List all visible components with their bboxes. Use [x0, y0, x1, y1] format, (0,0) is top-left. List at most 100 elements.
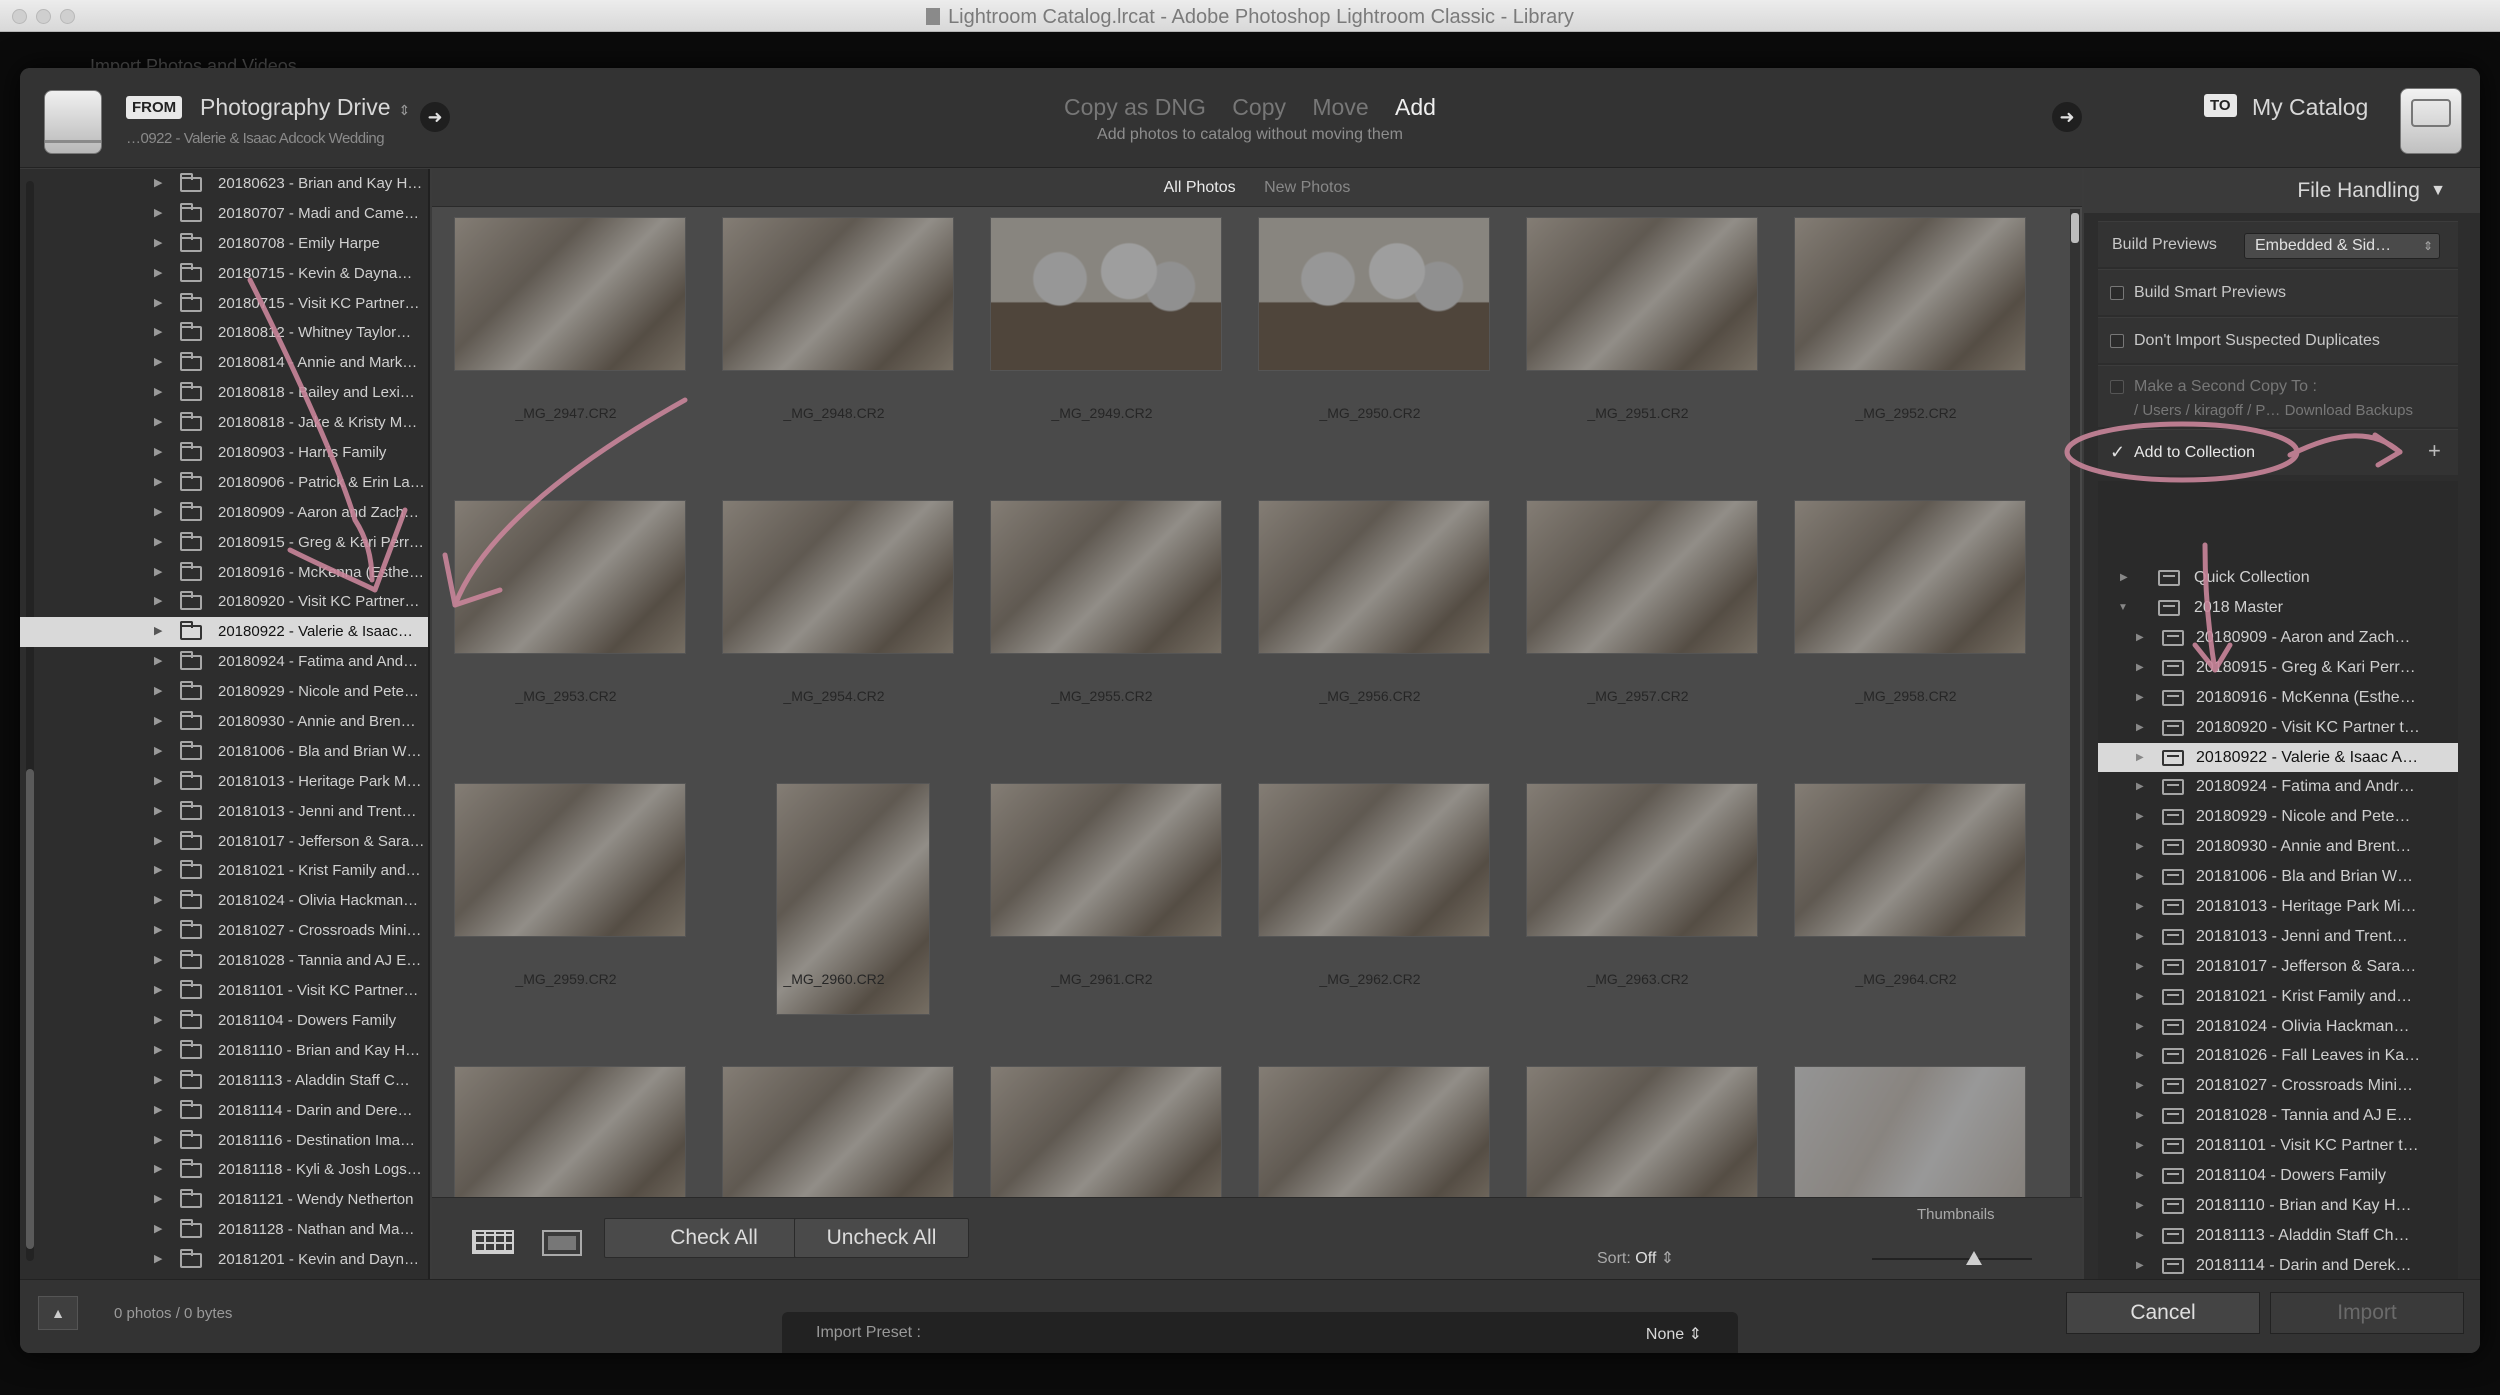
mode-add[interactable]: Add — [1395, 94, 1436, 120]
expand-triangle-icon[interactable]: ▶ — [154, 558, 162, 588]
plus-icon[interactable]: + — [2428, 438, 2441, 464]
photo-thumbnail[interactable] — [722, 1066, 954, 1197]
build-previews-dropdown[interactable]: Embedded & Sid… ⇕ — [2244, 233, 2440, 259]
collection-row[interactable]: ▶ 20181013 - Jenni and Trent… — [2098, 922, 2458, 952]
expand-triangle-icon[interactable]: ▶ — [154, 886, 162, 916]
folder-row[interactable]: ▶ 20181116 - Destination Ima… — [50, 1126, 428, 1156]
folder-row[interactable]: ▶ 20180818 - Jake & Kristy M… — [50, 408, 428, 438]
expand-triangle-icon[interactable]: ▶ — [2136, 653, 2144, 683]
destination-arrow-icon[interactable]: ➜ — [2052, 102, 2082, 132]
expand-triangle-icon[interactable]: ▶ — [154, 976, 162, 1006]
photo-thumbnail[interactable] — [1258, 500, 1490, 654]
folder-row[interactable]: ▶ 20181028 - Tannia and AJ E… — [50, 946, 428, 976]
expand-triangle-icon[interactable]: ▶ — [154, 737, 162, 767]
photo-thumbnail[interactable] — [1258, 217, 1490, 371]
expand-triangle-icon[interactable]: ▶ — [154, 1126, 162, 1156]
expand-triangle-icon[interactable]: ▶ — [2136, 1012, 2144, 1042]
photo-cell[interactable]: _MG_2956.CR2 — [1236, 490, 1504, 773]
folder-row[interactable]: ▶ 20180715 - Visit KC Partner… — [50, 289, 428, 319]
folder-row[interactable]: ▶ 20181110 - Brian and Kay H… — [50, 1036, 428, 1066]
expand-triangle-icon[interactable]: ▶ — [2136, 623, 2144, 653]
folder-row[interactable]: ▶ 20180818 - Bailey and Lexi… — [50, 378, 428, 408]
photo-cell[interactable]: _MG_2964.CR2 — [1772, 773, 2040, 1056]
folder-row[interactable]: ▶ 20181118 - Kyli & Josh Logs… — [50, 1155, 428, 1185]
import-button[interactable]: Import — [2270, 1292, 2464, 1334]
expand-triangle-icon[interactable]: ▶ — [2136, 802, 2144, 832]
photo-cell[interactable]: _MG_2954.CR2 — [700, 490, 968, 773]
collection-row[interactable]: ▶ 20181113 - Aladdin Staff Ch… — [2098, 1221, 2458, 1251]
photo-thumbnail[interactable] — [1258, 1066, 1490, 1197]
grid-view-icon[interactable] — [472, 1230, 514, 1254]
collection-row[interactable]: ▶ 20181024 - Olivia Hackman… — [2098, 1012, 2458, 1042]
collection-row[interactable]: ▶ 20180929 - Nicole and Pete… — [2098, 802, 2458, 832]
expand-triangle-icon[interactable]: ▶ — [2136, 713, 2144, 743]
expand-triangle-icon[interactable]: ▶ — [2136, 922, 2144, 952]
collection-row[interactable]: ▶ 20180930 - Annie and Brent… — [2098, 832, 2458, 862]
folder-row[interactable]: ▶ 20180812 - Whitney Taylor… — [50, 318, 428, 348]
expand-triangle-icon[interactable]: ▶ — [154, 946, 162, 976]
photo-thumbnail[interactable] — [1794, 500, 2026, 654]
folder-row[interactable]: ▶ 20181113 - Aladdin Staff C… — [50, 1066, 428, 1096]
loupe-view-icon[interactable] — [542, 1230, 582, 1256]
collection-row[interactable]: ▶ 20180920 - Visit KC Partner t… — [2098, 713, 2458, 743]
expand-triangle-icon[interactable]: ▶ — [154, 259, 162, 289]
dont-import-duplicates-checkbox[interactable] — [2110, 334, 2124, 348]
collection-row[interactable]: ▶ 20181110 - Brian and Kay H… — [2098, 1191, 2458, 1221]
expand-triangle-icon[interactable]: ▶ — [2136, 1251, 2144, 1279]
folder-row[interactable]: ▶ 20181027 - Crossroads Mini… — [50, 916, 428, 946]
collection-row[interactable]: ▶ 20181021 - Krist Family and… — [2098, 982, 2458, 1012]
cancel-button[interactable]: Cancel — [2066, 1292, 2260, 1334]
expand-triangle-icon[interactable]: ▶ — [154, 229, 162, 259]
expand-triangle-icon[interactable]: ▶ — [154, 408, 162, 438]
folder-row[interactable]: ▶ 20180920 - Visit KC Partner… — [50, 587, 428, 617]
folder-row[interactable]: ▶ 20180903 - Harris Family — [50, 438, 428, 468]
photo-thumbnail[interactable] — [990, 783, 1222, 937]
expand-triangle-icon[interactable]: ▶ — [2136, 743, 2144, 773]
collection-row[interactable]: ▶ 20181013 - Heritage Park Mi… — [2098, 892, 2458, 922]
photo-cell[interactable]: _MG_2960.CR2 — [700, 773, 968, 1056]
photo-thumbnail[interactable] — [1258, 783, 1490, 937]
photo-cell[interactable]: _MG_2958.CR2 — [1772, 490, 2040, 773]
photo-thumbnail[interactable] — [1526, 1066, 1758, 1197]
filter-all-photos[interactable]: All Photos — [1164, 179, 1236, 196]
expand-triangle-icon[interactable]: ▶ — [154, 1096, 162, 1126]
photo-cell[interactable] — [1772, 1056, 2040, 1197]
folder-row[interactable]: ▶ 20180708 - Emily Harpe — [50, 229, 428, 259]
expand-triangle-icon[interactable]: ▶ — [154, 498, 162, 528]
expand-triangle-icon[interactable]: ▶ — [2136, 683, 2144, 713]
folder-row[interactable]: ▶ 20181006 - Bla and Brian W… — [50, 737, 428, 767]
photo-thumbnail[interactable] — [990, 500, 1222, 654]
folder-row[interactable]: ▶ 20180623 - Brian and Kay H… — [50, 169, 428, 199]
photo-cell[interactable]: _MG_2957.CR2 — [1504, 490, 1772, 773]
folder-row[interactable]: ▶ 20180814 - Annie and Mark… — [50, 348, 428, 378]
file-handling-header[interactable]: File Handling ▼ — [2084, 169, 2480, 213]
folder-row[interactable]: ▶ 20180909 - Aaron and Zach… — [50, 498, 428, 528]
photo-cell[interactable]: _MG_2950.CR2 — [1236, 207, 1504, 490]
expand-triangle-icon[interactable]: ▶ — [154, 827, 162, 857]
folder-row[interactable]: ▶ 20181017 - Jefferson & Sara… — [50, 827, 428, 857]
expand-triangle-icon[interactable]: ▶ — [154, 169, 162, 199]
folder-row[interactable]: ▶ 20180929 - Nicole and Pete… — [50, 677, 428, 707]
expand-triangle-icon[interactable]: ▶ — [2136, 952, 2144, 982]
folder-row[interactable]: ▶ 20181021 - Krist Family and… — [50, 856, 428, 886]
expand-triangle-icon[interactable]: ▶ — [154, 438, 162, 468]
expand-triangle-icon[interactable]: ▶ — [154, 916, 162, 946]
expand-panel-button[interactable]: ▲ — [38, 1296, 78, 1330]
expand-triangle-icon[interactable]: ▶ — [2136, 772, 2144, 802]
collection-row[interactable]: ▶ 20181027 - Crossroads Mini… — [2098, 1071, 2458, 1101]
grid-scrollbar-thumb[interactable] — [2071, 213, 2079, 243]
expand-triangle-icon[interactable]: ▶ — [154, 289, 162, 319]
photo-cell[interactable]: _MG_2962.CR2 — [1236, 773, 1504, 1056]
folder-row[interactable]: ▶ 20181114 - Darin and Dere… — [50, 1096, 428, 1126]
thumbnail-size-slider[interactable] — [1872, 1258, 2032, 1260]
folder-row[interactable]: ▶ 20180906 - Patrick & Erin La… — [50, 468, 428, 498]
photo-cell[interactable]: _MG_2959.CR2 — [432, 773, 700, 1056]
collection-row[interactable]: ▶ 20181104 - Dowers Family — [2098, 1161, 2458, 1191]
folder-row[interactable]: ▶ 20180922 - Valerie & Isaac… — [20, 617, 428, 648]
grid-scrollbar[interactable] — [2070, 209, 2080, 1199]
expand-triangle-icon[interactable]: ▶ — [2136, 982, 2144, 1012]
destination-name[interactable]: My Catalog — [2252, 94, 2368, 121]
collection-row[interactable]: ▶ 20181028 - Tannia and AJ E… — [2098, 1101, 2458, 1131]
photo-cell[interactable]: _MG_2949.CR2 — [968, 207, 1236, 490]
expand-triangle-icon[interactable]: ▶ — [154, 348, 162, 378]
